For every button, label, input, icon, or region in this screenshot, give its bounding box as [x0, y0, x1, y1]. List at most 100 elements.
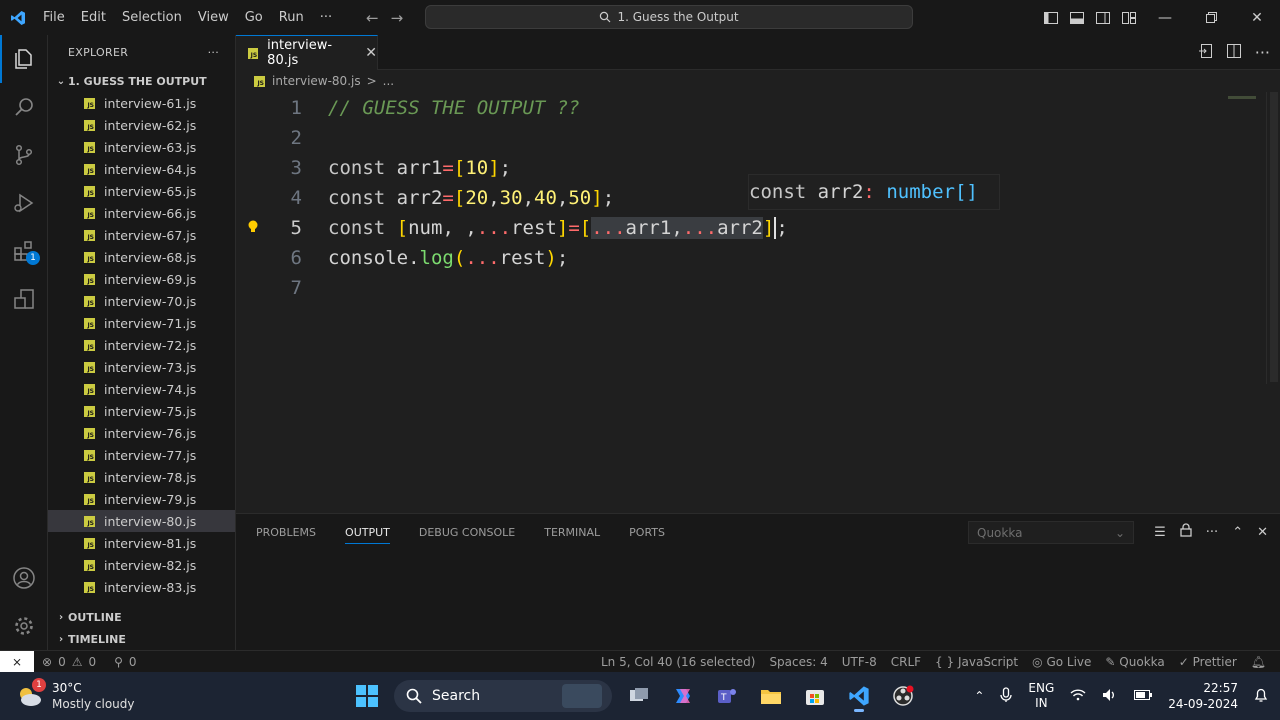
file-item[interactable]: JS interview-74.js [48, 378, 235, 400]
tab-problems[interactable]: PROBLEMS [256, 526, 316, 539]
quokka-status[interactable]: ✎ Quokka [1105, 655, 1164, 669]
file-item[interactable]: JS interview-61.js [48, 92, 235, 114]
lightbulb-icon[interactable] [246, 219, 260, 233]
folder-guess-the-output[interactable]: ⌄ 1. GUESS THE OUTPUT [48, 70, 235, 92]
file-item[interactable]: JS interview-73.js [48, 356, 235, 378]
line-ending[interactable]: CRLF [891, 655, 921, 669]
breadcrumb-rest[interactable]: ... [383, 74, 394, 88]
file-item[interactable]: JS interview-77.js [48, 444, 235, 466]
volume-icon[interactable] [1102, 688, 1118, 705]
back-arrow-icon[interactable]: ← [366, 9, 379, 27]
file-item[interactable]: JS interview-67.js [48, 224, 235, 246]
cursor-position[interactable]: Ln 5, Col 40 (16 selected) [601, 655, 755, 669]
command-center[interactable]: 1. Guess the Output [425, 5, 913, 29]
wifi-icon[interactable] [1070, 688, 1086, 704]
menu-more[interactable]: ··· [312, 0, 340, 35]
explorer-icon[interactable] [0, 35, 48, 83]
accounts-icon[interactable] [0, 554, 48, 602]
file-item[interactable]: JS interview-75.js [48, 400, 235, 422]
file-item[interactable]: JS interview-81.js [48, 532, 235, 554]
breadcrumb-file[interactable]: interview-80.js [272, 74, 361, 88]
go-live[interactable]: ◎ Go Live [1032, 655, 1091, 669]
timeline-section[interactable]: › TIMELINE [48, 628, 236, 650]
task-view-icon[interactable] [622, 679, 656, 713]
menu-go[interactable]: Go [237, 0, 271, 35]
ports-count[interactable]: 0 [129, 655, 137, 669]
close-window-icon[interactable]: ✕ [1234, 0, 1280, 35]
errors-icon[interactable]: ⊗ [42, 655, 52, 669]
encoding[interactable]: UTF-8 [842, 655, 877, 669]
file-item[interactable]: JS interview-83.js [48, 576, 235, 598]
battery-icon[interactable] [1134, 689, 1153, 703]
restore-icon[interactable] [1188, 0, 1234, 35]
notifications-bell-icon[interactable]: 🔔︎ [1251, 655, 1266, 669]
vscode-taskbar-icon[interactable] [842, 679, 876, 713]
panel-more-icon[interactable]: ··· [1206, 525, 1218, 540]
run-debug-icon[interactable] [0, 179, 48, 227]
file-item[interactable]: JS interview-68.js [48, 246, 235, 268]
errors-count[interactable]: 0 [58, 655, 66, 669]
menu-selection[interactable]: Selection [114, 0, 190, 35]
outline-section[interactable]: › OUTLINE [48, 606, 236, 628]
language-mode[interactable]: { } JavaScript [935, 655, 1018, 669]
remote-indicator-icon[interactable]: ⨯ [0, 650, 34, 673]
editor-scrollbar[interactable] [1266, 92, 1280, 384]
explorer-more-icon[interactable]: ··· [208, 46, 219, 59]
close-panel-icon[interactable]: ✕ [1257, 525, 1268, 540]
clear-output-icon[interactable]: ☰ [1154, 525, 1166, 540]
output-channel-select[interactable]: Quokka ⌄ [968, 521, 1134, 544]
menu-edit[interactable]: Edit [73, 0, 114, 35]
tab-terminal[interactable]: TERMINAL [544, 526, 600, 539]
file-explorer-icon[interactable] [754, 679, 788, 713]
file-item[interactable]: JS interview-63.js [48, 136, 235, 158]
input-language[interactable]: ENG IN [1028, 681, 1054, 711]
file-item[interactable]: JS interview-79.js [48, 488, 235, 510]
file-item[interactable]: JS interview-69.js [48, 268, 235, 290]
menu-run[interactable]: Run [271, 0, 312, 35]
toggle-panel-icon[interactable] [1064, 0, 1090, 35]
file-item[interactable]: JS interview-62.js [48, 114, 235, 136]
search-activity-icon[interactable] [0, 83, 48, 131]
remote-explorer-icon[interactable] [0, 275, 48, 323]
split-editor-icon[interactable] [1226, 43, 1241, 62]
windows-start-icon[interactable] [350, 679, 384, 713]
file-item[interactable]: JS interview-76.js [48, 422, 235, 444]
code-editor[interactable]: 1 // GUESS THE OUTPUT ?? 2 3 const arr1=… [236, 92, 1280, 510]
microsoft-store-icon[interactable] [798, 679, 832, 713]
toggle-secondary-sidebar-icon[interactable] [1090, 0, 1116, 35]
microphone-icon[interactable] [1000, 686, 1013, 706]
tab-interview-80[interactable]: JS interview-80.js ✕ [236, 35, 378, 70]
maximize-panel-icon[interactable]: ⌃ [1232, 525, 1243, 540]
indentation[interactable]: Spaces: 4 [769, 655, 827, 669]
minimize-icon[interactable]: — [1142, 0, 1188, 35]
close-tab-icon[interactable]: ✕ [365, 45, 377, 61]
extensions-icon[interactable]: 1 [0, 227, 48, 275]
file-item[interactable]: JS interview-78.js [48, 466, 235, 488]
source-control-icon[interactable] [0, 131, 48, 179]
notifications-bell-icon[interactable] [1254, 687, 1268, 706]
more-actions-icon[interactable]: ··· [1255, 43, 1270, 62]
copilot-icon[interactable] [666, 679, 700, 713]
settings-gear-icon[interactable] [0, 602, 48, 650]
weather-widget[interactable]: 1 30°C Mostly cloudy [14, 672, 135, 720]
open-changes-icon[interactable] [1198, 43, 1213, 62]
menu-file[interactable]: File [35, 0, 73, 35]
tab-debug-console[interactable]: DEBUG CONSOLE [419, 526, 515, 539]
file-item[interactable]: JS interview-82.js [48, 554, 235, 576]
tab-ports[interactable]: PORTS [629, 526, 665, 539]
obs-icon[interactable] [886, 679, 920, 713]
file-item[interactable]: JS interview-71.js [48, 312, 235, 334]
toggle-primary-sidebar-icon[interactable] [1038, 0, 1064, 35]
tray-overflow-icon[interactable]: ⌃ [974, 689, 984, 703]
file-item[interactable]: JS interview-66.js [48, 202, 235, 224]
menu-view[interactable]: View [190, 0, 237, 35]
ports-icon[interactable]: ⚲ [114, 655, 123, 669]
lock-icon[interactable] [1180, 523, 1192, 541]
file-item[interactable]: JS interview-70.js [48, 290, 235, 312]
taskbar-search[interactable]: Search [394, 680, 612, 712]
tab-output[interactable]: OUTPUT [345, 526, 390, 544]
teams-icon[interactable]: T [710, 679, 744, 713]
file-item[interactable]: JS interview-64.js [48, 158, 235, 180]
file-item[interactable]: JS interview-72.js [48, 334, 235, 356]
warnings-count[interactable]: 0 [88, 655, 96, 669]
